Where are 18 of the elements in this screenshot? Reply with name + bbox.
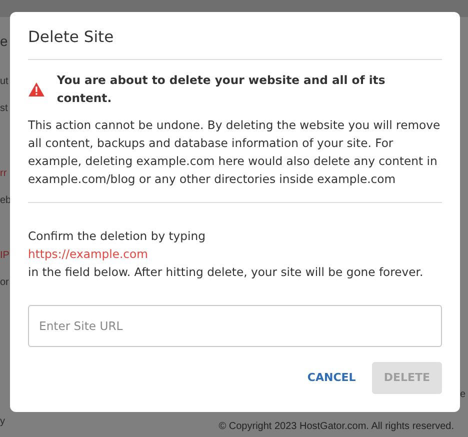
site-url-field[interactable]: Enter Site URL: [28, 305, 442, 348]
dialog-title: Delete Site: [28, 27, 115, 48]
instruction-text: in the field below. After hitting delete, your site will be gone forever.: [28, 264, 424, 282]
background-text: ut: [0, 75, 8, 89]
warning-message: You are about to delete your website and all of its content.: [56, 72, 386, 107]
background-text: IP: [0, 249, 10, 263]
background-text: st: [0, 102, 8, 116]
background-text: rr: [0, 167, 7, 181]
description-text: This action cannot be undone. By deleting the website you will remove all content, backups and database information of your site. For example, deleting example.com here would also delete any content in example.com/blog or any other directories inside example.com: [28, 117, 442, 188]
background-text: e: [460, 388, 466, 402]
background-text: or: [0, 276, 9, 290]
site-url: https://example.com: [28, 246, 149, 264]
warning-icon: [28, 82, 45, 98]
cancel-button[interactable]: CANCEL: [299, 362, 364, 394]
background-text: e: [0, 32, 8, 51]
background-text: y: [0, 415, 5, 429]
instruction-text: Confirm the deletion by typing: [28, 228, 206, 246]
copyright-text: © Copyright 2023 HostGator.com. All rights reserved.: [218, 420, 454, 434]
